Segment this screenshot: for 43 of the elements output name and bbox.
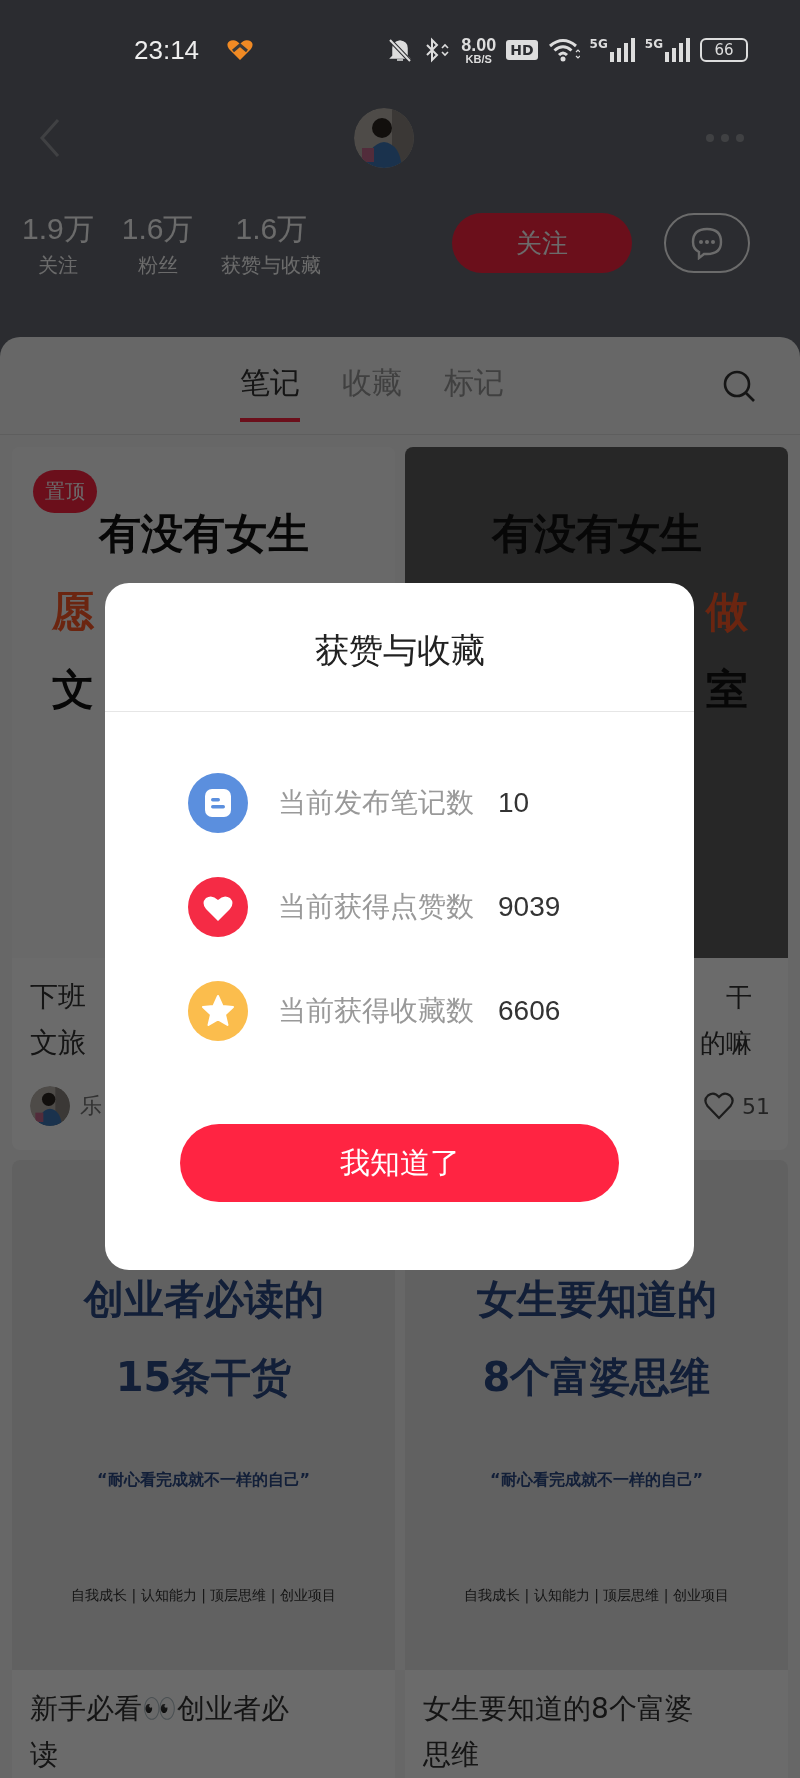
hd-badge: HD (506, 40, 538, 60)
cover-tags: 自我成长 | 认知能力 | 顶层思维 | 创业项目 (71, 1588, 336, 1602)
network-speed: 8.00 (461, 35, 497, 54)
note-title: 思维 (422, 1737, 479, 1773)
cover-quote: “耐心看完成就不一样的自己” (97, 1472, 310, 1488)
network-type: 5G (644, 38, 663, 50)
note-title: 新手必看👀创业者必 (29, 1691, 289, 1727)
stat-label: 当前获得点赞数 (278, 889, 474, 925)
cover-text: 有没有女生 (97, 508, 310, 560)
stat-label: 当前发布笔记数 (278, 785, 474, 821)
note-title: 干 (726, 981, 753, 1014)
stat-value: 6606 (498, 995, 561, 1027)
stat-label: 获赞与收藏 (221, 252, 322, 279)
cover-quote: “耐心看完成就不一样的自己” (490, 1472, 703, 1488)
speed-unit: KB/S (465, 53, 492, 65)
cover-headline: 创业者必读的 (83, 1275, 324, 1324)
stat-value: 10 (498, 787, 530, 819)
like-count: 51 (742, 1093, 770, 1119)
stat-value: 1.6万 (235, 211, 308, 247)
note-title: 读 (29, 1737, 58, 1773)
stat-value: 1.6万 (121, 211, 194, 247)
stat-label: 当前获得收藏数 (278, 993, 474, 1029)
network-type: 5G (589, 38, 608, 50)
stat-label: 粉丝 (137, 252, 178, 279)
cover-text: 做 (706, 586, 749, 638)
status-time: 23:14 (134, 34, 200, 66)
cover-tags: 自我成长 | 认知能力 | 顶层思维 | 创业项目 (464, 1588, 729, 1602)
note-title: 的嘛 (700, 1027, 753, 1060)
note-title: 女生要知道的8个富婆 (422, 1691, 693, 1727)
dialog-title: 获赞与收藏 (105, 623, 694, 712)
battery-icon: 66 (700, 38, 748, 62)
stat-label: 关注 (37, 252, 78, 279)
stat-value: 9039 (498, 891, 561, 923)
pinned-badge: 置顶 (33, 470, 97, 513)
cover-headline: 8个富婆思维 (482, 1353, 711, 1402)
cover-headline: 女生要知道的 (476, 1275, 717, 1324)
note-title: 文旅 (29, 1025, 86, 1061)
cover-text: 文 (51, 664, 94, 716)
cover-text: 愿 (51, 586, 94, 638)
stat-value: 1.9万 (22, 211, 94, 247)
note-title: 下班 (29, 979, 86, 1015)
author-name: 乐 (80, 1092, 102, 1120)
cover-headline: 15条干货 (115, 1353, 292, 1402)
